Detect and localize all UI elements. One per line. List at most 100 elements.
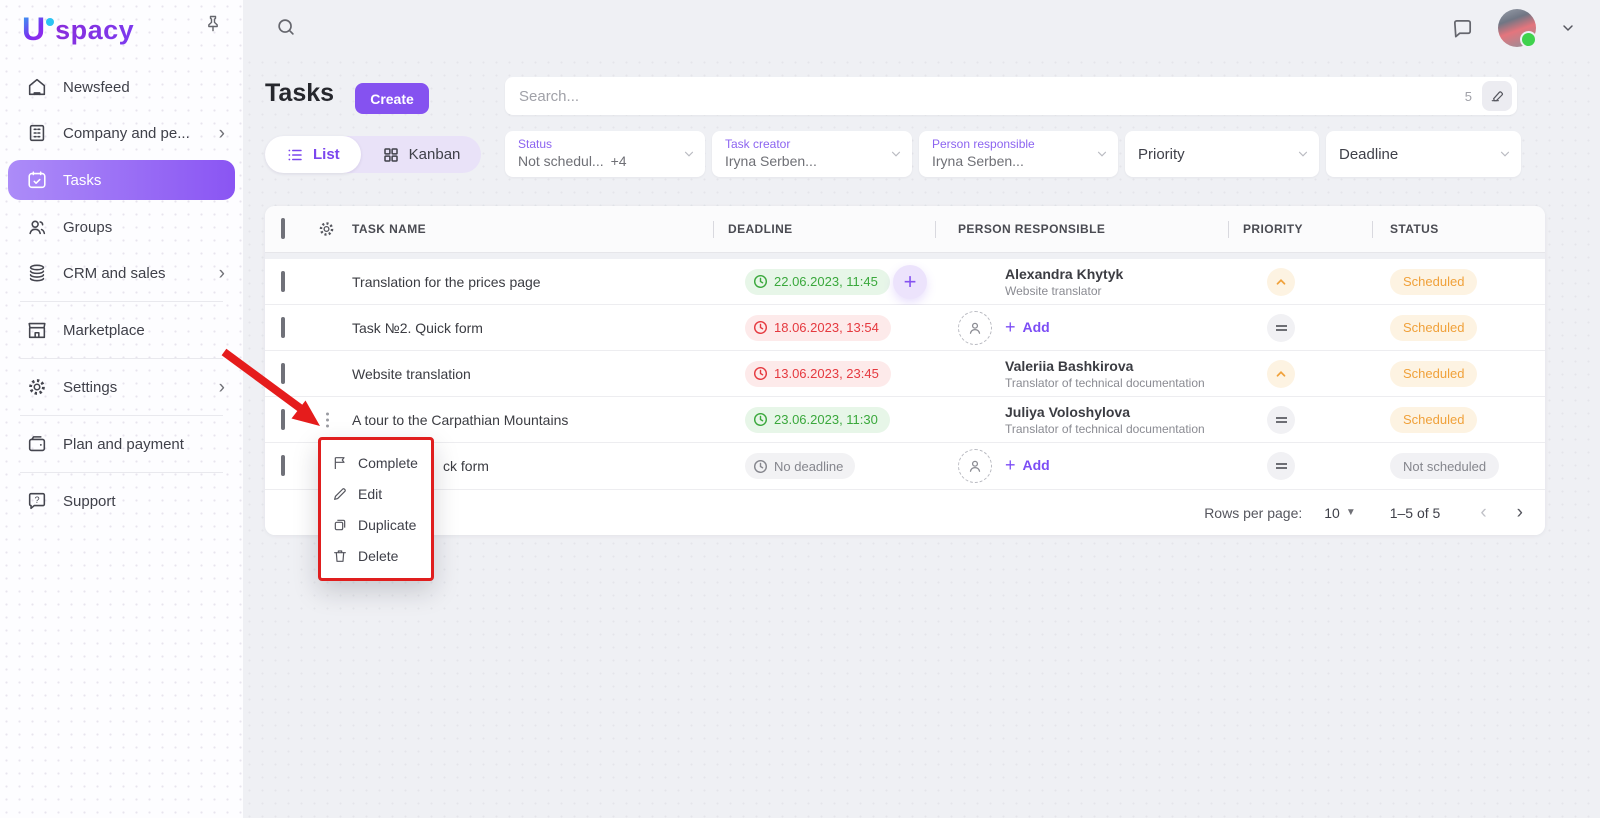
tab-kanban-view[interactable]: Kanban: [361, 136, 482, 173]
sidebar-item-marketplace[interactable]: Marketplace: [0, 307, 243, 353]
sidebar: U spacy Newsfeed Company and pe... › Tas…: [0, 0, 243, 818]
rows-per-page-select[interactable]: 10 ▼: [1324, 505, 1355, 521]
clear-filters-icon[interactable]: [1482, 81, 1512, 111]
sidebar-item-newsfeed[interactable]: Newsfeed: [0, 64, 243, 110]
task-name[interactable]: Task №2. Quick form: [352, 320, 483, 336]
user-avatar[interactable]: [1498, 9, 1536, 47]
status-badge[interactable]: Scheduled: [1390, 269, 1477, 295]
avatar-placeholder[interactable]: [958, 311, 992, 345]
clock-icon: [753, 412, 768, 427]
pin-sidebar-icon[interactable]: [203, 14, 223, 39]
people-icon: [26, 216, 48, 238]
chat-icon[interactable]: [1451, 17, 1474, 40]
divider: [713, 221, 714, 238]
task-search-input[interactable]: [505, 88, 1465, 105]
row-checkbox[interactable]: [281, 457, 285, 475]
sidebar-item-support[interactable]: ? Support: [0, 478, 243, 524]
menu-item-duplicate[interactable]: Duplicate: [321, 509, 431, 540]
column-header-person[interactable]: PERSON RESPONSIBLE: [958, 222, 1105, 236]
sidebar-item-crm[interactable]: CRM and sales ›: [0, 250, 243, 296]
column-header-priority[interactable]: PRIORITY: [1243, 222, 1303, 236]
person-name[interactable]: Juliya Voloshylova: [1005, 404, 1205, 420]
next-page-button[interactable]: ›: [1517, 503, 1523, 522]
priority-normal-icon[interactable]: [1267, 406, 1295, 434]
table-row[interactable]: Task №2. Quick form 18.06.2023, 13:54 +A…: [265, 305, 1545, 351]
status-badge[interactable]: Scheduled: [1390, 315, 1477, 341]
status-badge[interactable]: Scheduled: [1390, 361, 1477, 387]
clock-icon: [753, 274, 768, 289]
uspacy-logo[interactable]: U spacy: [22, 12, 134, 48]
table-footer: Rows per page: 10 ▼ 1–5 of 5 ‹ ›: [265, 489, 1545, 535]
row-context-menu: Complete Edit Duplicate Delete: [318, 437, 434, 581]
svg-text:?: ?: [34, 495, 39, 505]
filter-person-responsible[interactable]: Person responsible Iryna Serben...: [919, 131, 1118, 177]
avatar-placeholder[interactable]: [958, 449, 992, 483]
filter-priority[interactable]: Priority: [1125, 131, 1319, 177]
main-content: Tasks Create 5 List Kanban: [243, 56, 1600, 818]
select-all-checkbox[interactable]: [281, 220, 285, 238]
chevron-right-icon: ›: [219, 264, 225, 283]
column-header-deadline[interactable]: DEADLINE: [728, 222, 793, 236]
tab-label: Kanban: [409, 146, 461, 163]
priority-high-icon[interactable]: [1267, 360, 1295, 388]
filter-task-creator[interactable]: Task creator Iryna Serben...: [712, 131, 912, 177]
chevron-down-icon[interactable]: [1560, 20, 1576, 36]
page-title: Tasks: [265, 79, 334, 108]
filter-value: Iryna Serben...: [932, 153, 1092, 169]
sidebar-item-plan[interactable]: Plan and payment: [0, 421, 243, 467]
topbar-right-cluster: [1451, 0, 1576, 56]
task-name[interactable]: A tour to the Carpathian Mountains: [352, 412, 568, 428]
person-name[interactable]: Valeriia Bashkirova: [1005, 358, 1205, 374]
topbar: [243, 0, 1600, 56]
person-info: Valeriia Bashkirova Translator of techni…: [1005, 358, 1205, 390]
row-actions-kebab-icon[interactable]: [324, 410, 331, 429]
home-icon: [26, 76, 48, 98]
sidebar-nav: Newsfeed Company and pe... › Tasks Group…: [0, 64, 243, 524]
filter-value: Iryna Serben...: [725, 153, 886, 169]
person-name[interactable]: Alexandra Khytyk: [1005, 266, 1123, 282]
priority-normal-icon[interactable]: [1267, 314, 1295, 342]
status-badge[interactable]: Not scheduled: [1390, 453, 1499, 479]
row-checkbox[interactable]: [281, 319, 285, 337]
person-role: Translator of technical documentation: [1005, 422, 1205, 436]
row-checkbox[interactable]: [281, 411, 285, 429]
task-name[interactable]: Translation for the prices page: [352, 274, 541, 290]
filter-deadline[interactable]: Deadline: [1326, 131, 1521, 177]
filter-status[interactable]: Status Not schedul...+4: [505, 131, 705, 177]
chevron-down-icon: [1296, 147, 1310, 161]
menu-item-delete[interactable]: Delete: [321, 540, 431, 571]
table-row[interactable]: Website translation 13.06.2023, 23:45 Va…: [265, 351, 1545, 397]
table-row[interactable]: ck form No deadline +Add Not scheduled: [265, 443, 1545, 489]
task-name[interactable]: ck form: [443, 458, 489, 474]
priority-normal-icon[interactable]: [1267, 452, 1295, 480]
kanban-grid-icon: [382, 146, 400, 164]
sidebar-item-tasks[interactable]: Tasks: [8, 160, 235, 200]
sidebar-item-settings[interactable]: Settings ›: [0, 364, 243, 410]
table-row[interactable]: Translation for the prices page 22.06.20…: [265, 259, 1545, 305]
table-row[interactable]: A tour to the Carpathian Mountains 23.06…: [265, 397, 1545, 443]
add-person-link[interactable]: +Add: [1005, 318, 1050, 338]
sidebar-item-groups[interactable]: Groups: [0, 204, 243, 250]
tab-list-view[interactable]: List: [265, 136, 361, 173]
deadline-badge: No deadline: [745, 453, 855, 479]
sidebar-item-label: Company and pe...: [63, 125, 204, 142]
quick-add-button[interactable]: +: [893, 265, 927, 299]
row-checkbox[interactable]: [281, 365, 285, 383]
task-name[interactable]: Website translation: [352, 366, 471, 382]
create-button[interactable]: Create: [355, 83, 429, 114]
menu-item-edit[interactable]: Edit: [321, 478, 431, 509]
sidebar-item-company[interactable]: Company and pe... ›: [0, 110, 243, 156]
chevron-right-icon: ›: [219, 124, 225, 143]
status-badge[interactable]: Scheduled: [1390, 407, 1477, 433]
menu-item-complete[interactable]: Complete: [321, 447, 431, 478]
priority-high-icon[interactable]: [1267, 268, 1295, 296]
sidebar-item-label: Tasks: [63, 172, 217, 189]
add-person-link[interactable]: +Add: [1005, 456, 1050, 476]
previous-page-button[interactable]: ‹: [1480, 503, 1486, 522]
column-header-status[interactable]: STATUS: [1390, 222, 1439, 236]
table-settings-gear-icon[interactable]: [317, 220, 336, 239]
column-header-task-name[interactable]: TASK NAME: [352, 222, 426, 236]
filter-value: Priority: [1138, 146, 1185, 163]
search-icon[interactable]: [275, 16, 297, 43]
row-checkbox[interactable]: [281, 273, 285, 291]
